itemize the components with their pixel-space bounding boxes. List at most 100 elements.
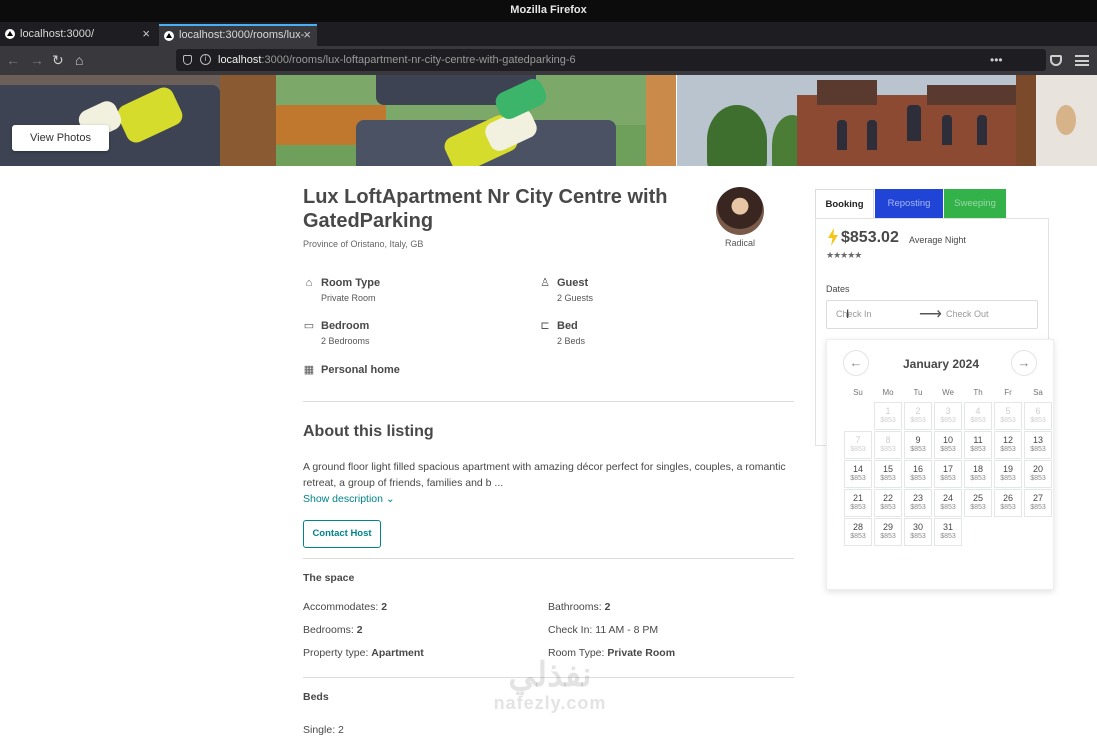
site-info-icon[interactable]: i <box>200 54 211 65</box>
day-price: $853 <box>910 475 926 482</box>
day-price: $853 <box>850 446 866 453</box>
listing-photo-1 <box>0 75 276 166</box>
url-host: localhost <box>218 54 262 66</box>
listing-photo-strip[interactable]: View Photos <box>0 75 1097 166</box>
address-bar[interactable]: i localhost:3000/rooms/lux-loftapartment… <box>176 49 1046 71</box>
calendar-day[interactable]: 28 $853 <box>844 518 872 546</box>
calendar-day[interactable]: 31 $853 <box>934 518 962 546</box>
calendar-day[interactable]: 21 $853 <box>844 489 872 517</box>
feature-value: 2 Beds <box>557 336 586 346</box>
host-avatar[interactable] <box>716 187 764 235</box>
calendar-day[interactable]: 17 $853 <box>934 460 962 488</box>
calendar-day[interactable]: 22 $853 <box>874 489 902 517</box>
dates-label: Dates <box>826 284 850 294</box>
watermark-latin: nafezly.com <box>493 693 607 713</box>
day-number: 5 <box>1005 406 1011 416</box>
hamburger-menu-icon[interactable] <box>1075 55 1089 66</box>
tab-close-icon[interactable]: × <box>142 24 150 44</box>
calendar-day[interactable]: 18 $853 <box>964 460 992 488</box>
calendar-day[interactable]: 25 $853 <box>964 489 992 517</box>
calendar-day: 3 $853 <box>934 402 962 430</box>
tab-sweeping[interactable]: Sweeping <box>944 189 1006 218</box>
tab-close-icon[interactable]: × <box>303 26 311 44</box>
calendar-day[interactable]: 20 $853 <box>1024 460 1052 488</box>
day-number: 6 <box>1035 406 1041 416</box>
space-accommodates: Accommodates: 2 <box>303 601 388 613</box>
day-price: $853 <box>1000 504 1016 511</box>
space-checkin: Check In: 11 AM - 8 PM <box>548 624 659 636</box>
calendar-day[interactable]: 10 $853 <box>934 431 962 459</box>
show-description-link[interactable]: Show description ⌄ <box>303 493 395 505</box>
pocket-icon[interactable] <box>1050 55 1062 66</box>
forward-icon[interactable]: → <box>30 51 44 69</box>
calendar-day[interactable]: 16 $853 <box>904 460 932 488</box>
day-number: 2 <box>915 406 921 416</box>
view-photos-button[interactable]: View Photos <box>12 125 109 151</box>
about-title: About this listing <box>303 423 434 440</box>
calendar-day[interactable]: 13 $853 <box>1024 431 1052 459</box>
day-price: $853 <box>880 417 896 424</box>
calendar-day[interactable]: 29 $853 <box>874 518 902 546</box>
calendar-day[interactable]: 24 $853 <box>934 489 962 517</box>
weekday-header: Sa <box>1033 388 1043 397</box>
day-number: 12 <box>1002 435 1013 445</box>
weekday-header: Tu <box>913 388 923 397</box>
contact-host-button[interactable]: Contact Host <box>303 520 381 548</box>
calendar-day[interactable]: 23 $853 <box>904 489 932 517</box>
calendar-day[interactable]: 19 $853 <box>994 460 1022 488</box>
calendar-day[interactable]: 12 $853 <box>994 431 1022 459</box>
day-number: 15 <box>882 464 893 474</box>
day-number: 14 <box>852 464 863 474</box>
day-price: $853 <box>910 504 926 511</box>
calendar-day: 8 $853 <box>874 431 902 459</box>
weekday-header: Th <box>973 388 983 397</box>
back-icon[interactable]: ← <box>6 51 20 69</box>
browser-tab-home[interactable]: localhost:3000/ × <box>0 24 156 46</box>
next-month-button[interactable]: → <box>1011 350 1037 376</box>
day-price: $853 <box>880 504 896 511</box>
weekday-header: Su <box>853 388 863 397</box>
date-range-picker[interactable]: Check In I ⟶ Check Out <box>826 300 1038 329</box>
reload-icon[interactable]: ↻ <box>52 51 64 69</box>
calendar-day[interactable]: 15 $853 <box>874 460 902 488</box>
day-number: 27 <box>1032 493 1043 503</box>
check-out-input[interactable]: Check Out <box>946 309 989 319</box>
browser-tab-room[interactable]: localhost:3000/rooms/lux- × <box>159 24 317 46</box>
day-number: 3 <box>945 406 951 416</box>
navigation-bar: ← → ↻ ⌂ i localhost:3000/rooms/lux-lofta… <box>0 46 1097 75</box>
day-number: 28 <box>852 522 863 532</box>
tab-reposting[interactable]: Reposting <box>875 189 943 218</box>
weekday-header: Fr <box>1004 388 1012 397</box>
day-number: 26 <box>1002 493 1013 503</box>
calendar-day[interactable]: 14 $853 <box>844 460 872 488</box>
home-icon[interactable]: ⌂ <box>75 51 83 69</box>
space-property-type: Property type: Apartment <box>303 647 424 659</box>
calendar-day[interactable]: 27 $853 <box>1024 489 1052 517</box>
feature-value: Private Room <box>321 293 376 303</box>
tab-label: localhost:3000/ <box>20 28 94 40</box>
day-price: $853 <box>850 504 866 511</box>
tracking-protection-icon[interactable] <box>183 55 192 65</box>
feature-room-type: ⌂ Room Type Private Room <box>303 277 503 307</box>
host-name[interactable]: Radical <box>716 238 764 248</box>
space-bedrooms: Bedrooms: 2 <box>303 624 363 636</box>
calendar-day[interactable]: 11 $853 <box>964 431 992 459</box>
day-number: 17 <box>942 464 953 474</box>
building-icon: ▦ <box>303 364 315 376</box>
calendar-day[interactable]: 9 $853 <box>904 431 932 459</box>
day-number: 16 <box>912 464 923 474</box>
calendar-day[interactable]: 26 $853 <box>994 489 1022 517</box>
day-number: 9 <box>915 435 921 445</box>
weekday-header: Mo <box>882 388 894 397</box>
watermark: نفذلي nafezly.com <box>480 658 620 714</box>
check-in-input[interactable]: Check In <box>836 309 872 319</box>
calendar-day[interactable]: 30 $853 <box>904 518 932 546</box>
home-icon: ⌂ <box>305 277 313 289</box>
day-number: 13 <box>1032 435 1043 445</box>
tab-booking[interactable]: Booking <box>815 189 874 218</box>
arrow-right-icon: ⟶ <box>919 306 942 323</box>
calendar-day: 6 $853 <box>1024 402 1052 430</box>
day-number: 22 <box>882 493 893 503</box>
price-unit: Average Night <box>909 235 966 245</box>
page-actions-icon[interactable]: ••• <box>986 49 1046 71</box>
